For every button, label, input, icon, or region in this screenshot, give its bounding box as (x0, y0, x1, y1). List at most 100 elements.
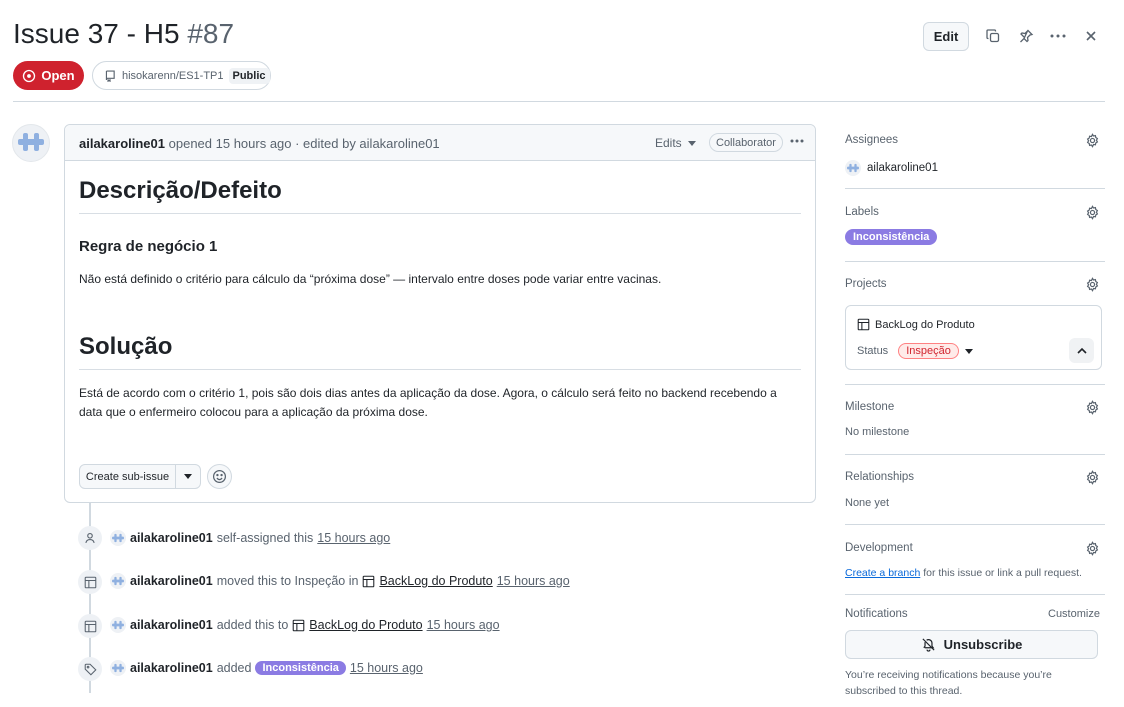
relationships-value: None yet (845, 497, 890, 509)
development-gear-icon[interactable] (1085, 541, 1100, 556)
event-time[interactable]: 15 hours ago (317, 531, 390, 545)
paragraph-defeito: Não está definido o critério para cálcul… (79, 272, 662, 286)
sidebar-divider (845, 384, 1105, 385)
sidebar-divider (845, 594, 1105, 595)
sidebar-divider (845, 524, 1105, 525)
timeline-event: ailakaroline01 added Inconsistência 15 h… (110, 660, 423, 676)
issue-title-text: Issue 37 - H5 (13, 18, 180, 49)
edits-dropdown[interactable]: Edits (655, 136, 696, 150)
development-description: for this issue or link a pull request. (923, 567, 1082, 579)
table-icon (78, 614, 102, 638)
milestone-gear-icon[interactable] (1085, 400, 1100, 415)
comment-author[interactable]: ailakaroline01 (79, 136, 165, 151)
project-status-label: Status (857, 345, 889, 357)
repo-icon (105, 70, 115, 82)
comment-meta: opened 15 hours ago · edited by ailakaro… (168, 136, 440, 151)
identicon-icon (18, 133, 44, 151)
issue-number: #87 (187, 18, 235, 49)
kebab-icon[interactable] (1048, 26, 1068, 46)
event-actor[interactable]: ailakaroline01 (130, 531, 213, 545)
sidebar-divider (845, 188, 1105, 189)
project-table-icon (363, 575, 375, 587)
add-reaction-button[interactable] (207, 464, 232, 489)
close-icon[interactable] (1081, 26, 1101, 46)
event-project-link[interactable]: BackLog do Produto (379, 574, 492, 588)
event-actor[interactable]: ailakaroline01 (130, 618, 213, 632)
event-text: added (216, 661, 252, 675)
paragraph-solucao: Está de acordo com o critério 1, pois sã… (79, 386, 777, 419)
timeline-event: ailakaroline01 moved this to Inspeção in… (110, 573, 570, 589)
repo-visibility-badge: Public (228, 67, 270, 84)
repo-pill[interactable]: hisokarenn/ES1-TP1 Public (92, 61, 271, 90)
unsubscribe-button[interactable]: Unsubscribe (845, 630, 1098, 659)
issue-state-label: Open (41, 68, 75, 83)
project-name[interactable]: BackLog do Produto (875, 319, 975, 331)
event-time[interactable]: 15 hours ago (350, 661, 423, 675)
event-actor[interactable]: ailakaroline01 (130, 661, 213, 675)
customize-link[interactable]: Customize (1048, 608, 1100, 620)
chevron-up-icon (1076, 347, 1087, 354)
assignee-item[interactable]: ailakaroline01 (845, 160, 938, 176)
role-badge: Collaborator (709, 133, 783, 152)
projects-gear-icon[interactable] (1085, 277, 1100, 292)
event-text: moved this to Inspeção in (216, 574, 359, 588)
smiley-icon (212, 469, 227, 484)
triangle-down-icon (687, 140, 696, 146)
label-pill[interactable]: Inconsistência (845, 229, 938, 245)
labels-title: Labels (845, 206, 879, 218)
event-label-pill[interactable]: Inconsistência (255, 661, 346, 675)
event-text: self-assigned this (216, 531, 314, 545)
collapse-project-button[interactable] (1069, 338, 1094, 363)
heading-descricao: Descrição/Defeito (79, 177, 282, 204)
development-title: Development (845, 542, 913, 554)
table-icon (78, 570, 102, 594)
labels-gear-icon[interactable] (1085, 205, 1100, 220)
status-dropdown[interactable]: Inspeção (898, 343, 973, 359)
event-actor[interactable]: ailakaroline01 (130, 574, 213, 588)
edit-button[interactable]: Edit (923, 22, 969, 51)
avatar[interactable] (845, 160, 861, 176)
create-branch-link[interactable]: Create a branch (845, 567, 920, 579)
event-time[interactable]: 15 hours ago (427, 618, 500, 632)
edits-label: Edits (655, 136, 682, 150)
avatar[interactable] (12, 124, 50, 162)
create-subissue-button[interactable]: Create sub-issue (79, 464, 201, 489)
milestone-value: No milestone (845, 426, 910, 438)
event-time[interactable]: 15 hours ago (497, 574, 570, 588)
avatar[interactable] (110, 660, 126, 676)
notifications-text: You’re receiving notifications because y… (845, 669, 1052, 697)
bell-slash-icon (922, 638, 935, 652)
relationships-title: Relationships (845, 471, 915, 483)
create-subissue-dropdown-icon[interactable] (176, 465, 200, 488)
project-card: BackLog do Produto Status Inspeção (845, 305, 1102, 370)
project-name-row[interactable]: BackLog do Produto (857, 318, 975, 331)
copy-icon[interactable] (983, 26, 1003, 46)
development-text: Create a branch for this issue or link a… (845, 567, 1082, 579)
unsubscribe-label[interactable]: Unsubscribe (944, 637, 1023, 652)
relationships-gear-icon[interactable] (1085, 470, 1100, 485)
comment-options-kebab-icon[interactable] (789, 133, 805, 149)
heading-rule (79, 369, 801, 370)
avatar[interactable] (110, 573, 126, 589)
sidebar-divider (845, 454, 1105, 455)
assignee-name[interactable]: ailakaroline01 (867, 162, 938, 174)
triangle-down-icon (964, 348, 973, 354)
status-pill[interactable]: Inspeção (898, 343, 959, 359)
issue-title: Issue 37 - H5 #87 (13, 18, 234, 50)
pin-icon[interactable] (1016, 26, 1036, 46)
avatar[interactable] (110, 617, 126, 633)
heading-regra: Regra de negócio 1 (79, 238, 218, 255)
event-project-link[interactable]: BackLog do Produto (309, 618, 422, 632)
sidebar-divider (845, 261, 1105, 262)
heading-solucao: Solução (79, 333, 173, 360)
issue-state-badge: Open (13, 61, 84, 90)
projects-title: Projects (845, 278, 887, 290)
notifications-title: Notifications (845, 608, 908, 620)
event-text: added this to (216, 618, 289, 632)
issue-body-comment: ailakaroline01 opened 15 hours ago · edi… (64, 124, 816, 503)
repo-name[interactable]: hisokarenn/ES1-TP1 (122, 70, 224, 82)
create-subissue-label[interactable]: Create sub-issue (80, 465, 176, 488)
assignees-gear-icon[interactable] (1085, 133, 1100, 148)
person-icon (78, 526, 102, 550)
avatar[interactable] (110, 530, 126, 546)
